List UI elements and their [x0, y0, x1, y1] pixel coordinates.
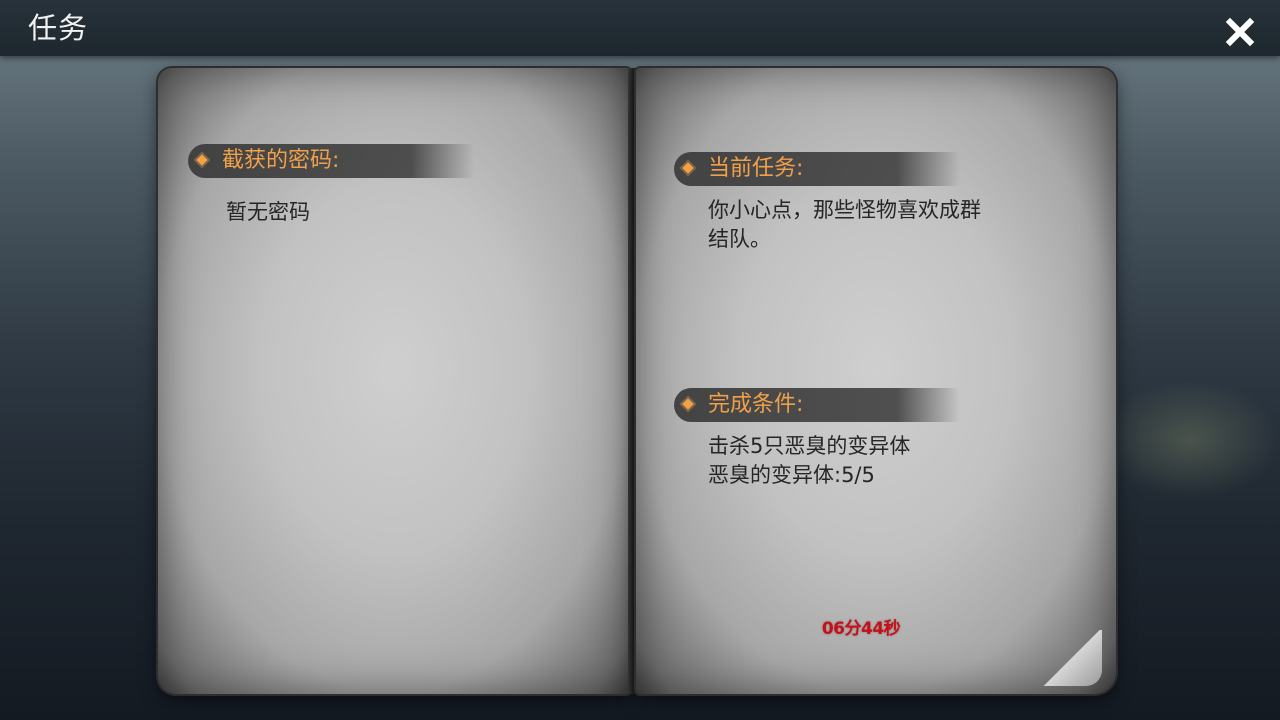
current-task-line: 你小心点，那些怪物喜欢成群 [708, 198, 981, 222]
close-icon [1225, 17, 1255, 47]
diamond-bullet-icon [196, 154, 208, 166]
right-page: 当前任务: 你小心点，那些怪物喜欢成群 结队。 完成条件: 击杀5只恶臭的变异体… [636, 68, 1116, 694]
close-button[interactable] [1216, 10, 1264, 52]
current-task-description: 你小心点，那些怪物喜欢成群 结队。 [708, 196, 981, 254]
window-title: 任务 [28, 11, 89, 45]
completion-conditions-header: 完成条件: [674, 388, 960, 422]
completion-conditions-label: 完成条件: [708, 392, 804, 417]
current-task-header: 当前任务: [674, 152, 960, 186]
quest-journal: 截获的密码: 暂无密码 当前任务: 你小心点，那些怪物喜欢成群 结队。 完成条件… [150, 60, 1130, 700]
condition-progress: 恶臭的变异体:5/5 [708, 463, 875, 487]
intercepted-codes-header: 截获的密码: [188, 144, 474, 178]
current-task-line: 结队。 [708, 227, 771, 251]
current-task-label: 当前任务: [708, 156, 804, 181]
left-page: 截获的密码: 暂无密码 [158, 68, 630, 694]
diamond-bullet-icon [682, 398, 694, 410]
quest-screen: 任务 截获的密码: 暂无密码 当前任务: 你小心点，那些怪物喜欢成群 结队。 完… [0, 0, 1280, 720]
intercepted-codes-text: 暂无密码 [226, 200, 310, 224]
quest-timer: 06分44秒 [821, 619, 901, 639]
completion-conditions-text: 击杀5只恶臭的变异体 恶臭的变异体:5/5 [708, 432, 910, 490]
condition-line: 击杀5只恶臭的变异体 [708, 434, 911, 458]
intercepted-codes-label: 截获的密码: [222, 148, 340, 173]
page-curl [1040, 630, 1102, 686]
diamond-bullet-icon [682, 162, 694, 174]
title-bar: 任务 [0, 0, 1280, 56]
